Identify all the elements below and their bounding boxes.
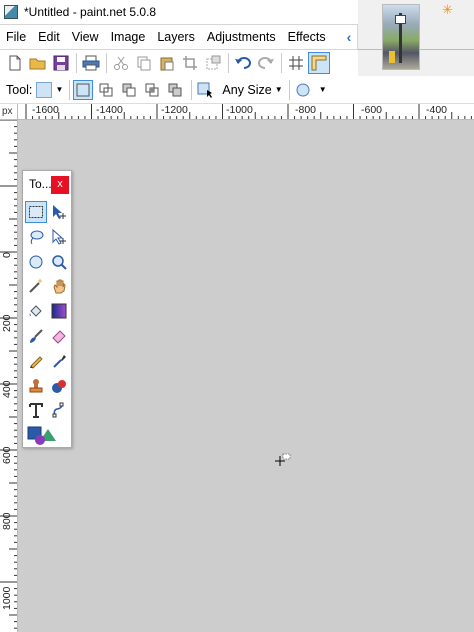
title-bar: *Untitled - paint.net 5.0.8: [0, 0, 358, 24]
ruler-label: -1000: [226, 104, 253, 116]
ruler-label: 1000: [1, 586, 13, 610]
pencil-icon[interactable]: [25, 350, 47, 372]
save-icon[interactable]: [50, 52, 72, 74]
text-icon[interactable]: [25, 399, 47, 421]
tools-window[interactable]: To... x: [22, 170, 72, 448]
tool-options-bar: Tool: ▼ Any Size ▼ ▼: [0, 76, 474, 104]
size-mode-label[interactable]: Any Size: [222, 83, 271, 97]
selection-mode-replace-icon[interactable]: [73, 79, 94, 100]
magic-wand-icon[interactable]: [25, 275, 47, 297]
image-thumbnail[interactable]: [382, 4, 420, 70]
vertical-ruler-ticks: [0, 120, 17, 629]
new-icon[interactable]: [4, 52, 26, 74]
tools-window-title: To...: [29, 177, 52, 191]
paintbrush-icon[interactable]: [25, 325, 47, 347]
selection-size-icon: [195, 80, 215, 100]
menu-layers[interactable]: Layers: [151, 25, 201, 49]
rectangle-select-icon[interactable]: [25, 201, 47, 223]
main-toolbar: [0, 50, 358, 76]
clone-stamp-icon[interactable]: [25, 375, 47, 397]
tool-palette: [25, 201, 71, 449]
ruler-label: -1600: [32, 104, 59, 116]
paint-bucket-icon[interactable]: [25, 300, 47, 322]
window-title: *Untitled - paint.net 5.0.8: [24, 5, 157, 19]
vertical-ruler: 0 200 400 600 800 1000: [0, 120, 18, 632]
tool-label: Tool:: [6, 82, 33, 97]
ruler-label: 800: [1, 512, 13, 530]
deselect-icon[interactable]: [202, 52, 224, 74]
current-tool-icon[interactable]: [36, 81, 53, 98]
gradient-icon[interactable]: [48, 300, 70, 322]
toolbar-separator: [191, 79, 193, 100]
ruler-label: -800: [295, 104, 317, 116]
ruler-label: 0: [1, 252, 13, 258]
toolbar-separator: [69, 79, 71, 100]
chevron-left-icon[interactable]: ‹: [343, 29, 355, 45]
toolbar-separator: [281, 53, 282, 73]
toolbar-separator: [106, 53, 107, 73]
toolbar-separator: [288, 79, 290, 100]
horizontal-ruler: -1600 -1400 -1200 -1000 -800 -600 -400: [18, 104, 474, 120]
grid-icon[interactable]: [285, 52, 307, 74]
antialias-icon[interactable]: [293, 80, 313, 100]
cut-icon[interactable]: [110, 52, 132, 74]
ruler-label: -1400: [96, 104, 123, 116]
menu-adjustments[interactable]: Adjustments: [201, 25, 282, 49]
menu-image[interactable]: Image: [105, 25, 152, 49]
shapes-icon[interactable]: [25, 424, 61, 446]
selection-mode-union-icon[interactable]: [96, 80, 116, 100]
ruler-label: -1200: [161, 104, 188, 116]
crosshair-cursor-icon: [275, 453, 291, 466]
menu-view[interactable]: View: [66, 25, 105, 49]
image-tab-strip: ✳: [358, 0, 474, 76]
chevron-down-icon[interactable]: ▼: [52, 85, 66, 94]
undo-icon[interactable]: [232, 52, 254, 74]
ruler-label: 200: [1, 314, 13, 332]
move-selection-icon[interactable]: [48, 201, 70, 223]
print-icon[interactable]: [80, 52, 102, 74]
menu-effects[interactable]: Effects: [282, 25, 332, 49]
paste-icon[interactable]: [156, 52, 178, 74]
unsaved-star-icon: ✳: [442, 2, 453, 17]
pan-icon[interactable]: [48, 275, 70, 297]
ellipse-select-icon[interactable]: [25, 251, 47, 273]
menu-bar: File Edit View Image Layers Adjustments …: [0, 24, 358, 50]
recolor-icon[interactable]: [48, 375, 70, 397]
move-selected-icon[interactable]: [48, 226, 70, 248]
canvas-area[interactable]: [18, 120, 474, 632]
crop-icon[interactable]: [179, 52, 201, 74]
toolbar-separator: [76, 53, 77, 73]
lasso-select-icon[interactable]: [25, 226, 47, 248]
menu-edit[interactable]: Edit: [32, 25, 66, 49]
redo-icon[interactable]: [255, 52, 277, 74]
selection-mode-xor-icon[interactable]: [165, 80, 185, 100]
toolbar-separator: [228, 53, 229, 73]
app-icon: [4, 5, 18, 19]
selection-mode-intersect-icon[interactable]: [142, 80, 162, 100]
eraser-icon[interactable]: [48, 325, 70, 347]
line-curve-icon[interactable]: [48, 399, 70, 421]
ruler-label: -400: [426, 104, 448, 116]
menu-file[interactable]: File: [0, 25, 32, 49]
close-icon[interactable]: x: [51, 176, 69, 194]
open-icon[interactable]: [27, 52, 49, 74]
copy-icon[interactable]: [133, 52, 155, 74]
ruler-icon[interactable]: [308, 52, 330, 74]
color-picker-icon[interactable]: [48, 350, 70, 372]
ruler-unit: px: [0, 104, 18, 120]
chevron-down-icon[interactable]: ▼: [316, 85, 330, 94]
chevron-down-icon[interactable]: ▼: [272, 85, 286, 94]
zoom-icon[interactable]: [48, 251, 70, 273]
ruler-label: 600: [1, 446, 13, 464]
selection-mode-exclude-icon[interactable]: [119, 80, 139, 100]
ruler-label: 400: [1, 380, 13, 398]
ruler-label: -600: [361, 104, 383, 116]
